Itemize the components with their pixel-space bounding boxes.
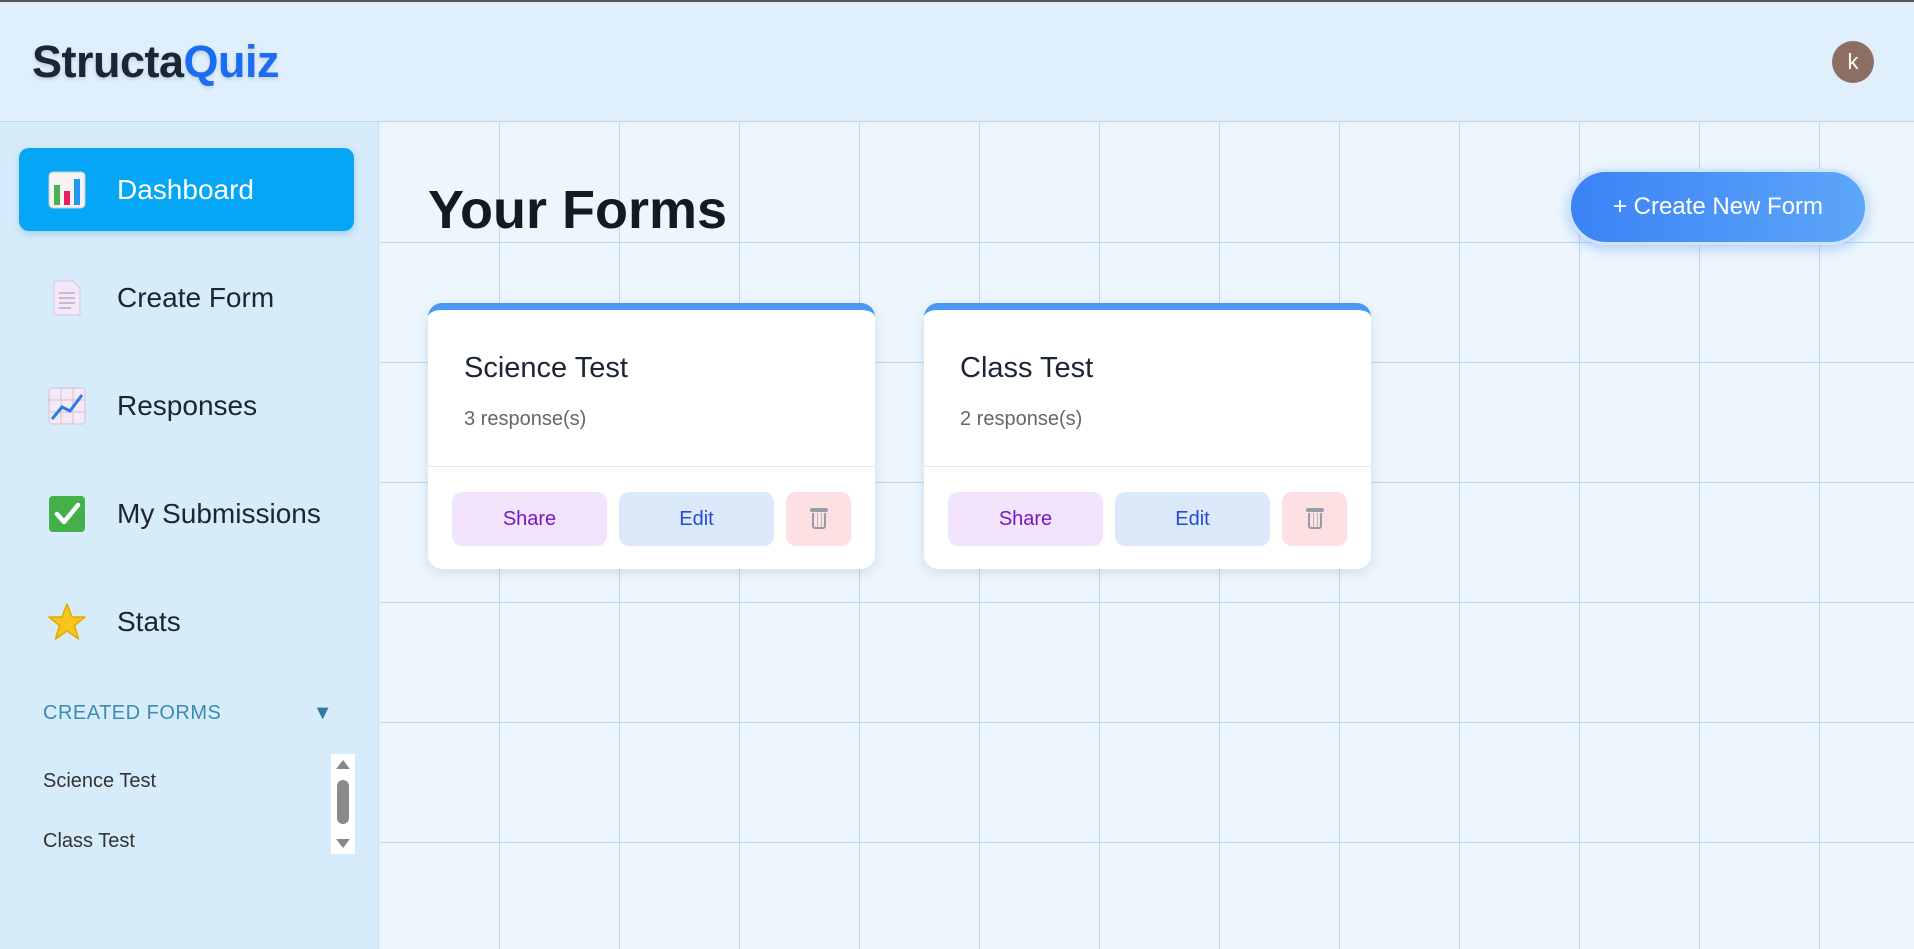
sidebar-item-label: Stats — [117, 605, 181, 637]
form-card[interactable]: Science Test 3 response(s) Share Edit — [428, 303, 875, 569]
sidebar-item-my-submissions[interactable]: My Submissions — [19, 472, 354, 555]
logo-text-quiz: Quiz — [183, 35, 280, 87]
created-form-link[interactable]: Class Test — [43, 830, 135, 853]
app-header: StructaQuiz k — [0, 2, 1914, 122]
sidebar: Dashboard Create Form Responses My Submi… — [0, 122, 379, 949]
form-card-response-count: 3 response(s) — [464, 408, 587, 430]
trash-icon — [809, 508, 828, 530]
app-logo[interactable]: StructaQuiz — [32, 35, 280, 88]
edit-button[interactable]: Edit — [1115, 492, 1270, 546]
scroll-thumb[interactable] — [337, 780, 349, 824]
share-button[interactable]: Share — [452, 492, 607, 546]
created-forms-header[interactable]: CREATED FORMS ▼ — [43, 702, 333, 725]
card-divider — [428, 466, 875, 467]
sidebar-item-label: My Submissions — [117, 497, 321, 529]
logo-text-structa: Structa — [32, 35, 184, 87]
card-divider — [924, 466, 1371, 467]
scroll-up-icon[interactable] — [336, 760, 350, 769]
edit-button[interactable]: Edit — [619, 492, 774, 546]
star-icon — [47, 602, 87, 642]
line-chart-icon — [47, 386, 87, 426]
delete-button[interactable] — [1282, 492, 1347, 546]
form-card-title: Science Test — [464, 352, 628, 384]
delete-button[interactable] — [786, 492, 851, 546]
created-forms-title: CREATED FORMS — [43, 702, 222, 724]
trash-icon — [1305, 508, 1324, 530]
form-card-response-count: 2 response(s) — [960, 408, 1083, 430]
sidebar-item-create-form[interactable]: Create Form — [19, 256, 354, 339]
sidebar-item-responses[interactable]: Responses — [19, 364, 354, 447]
user-avatar[interactable]: k — [1832, 40, 1874, 83]
sidebar-item-stats[interactable]: Stats — [19, 580, 354, 663]
collapse-toggle-icon[interactable]: ▼ — [313, 702, 333, 725]
share-button[interactable]: Share — [948, 492, 1103, 546]
main-content: Your Forms + Create New Form Science Tes… — [380, 123, 1914, 949]
sidebar-item-label: Create Form — [117, 281, 275, 313]
created-forms-list — [43, 122, 333, 222]
scroll-down-icon[interactable] — [336, 839, 350, 848]
checkmark-icon — [47, 494, 87, 534]
created-form-link[interactable]: Science Test — [43, 770, 156, 793]
form-card[interactable]: Class Test 2 response(s) Share Edit — [924, 303, 1371, 569]
created-forms-scrollbar[interactable] — [331, 754, 355, 854]
page-title: Your Forms — [428, 180, 728, 240]
sidebar-item-label: Responses — [117, 389, 258, 421]
form-card-title: Class Test — [960, 352, 1094, 384]
document-icon — [47, 278, 87, 318]
create-new-form-button[interactable]: + Create New Form — [1568, 169, 1868, 245]
